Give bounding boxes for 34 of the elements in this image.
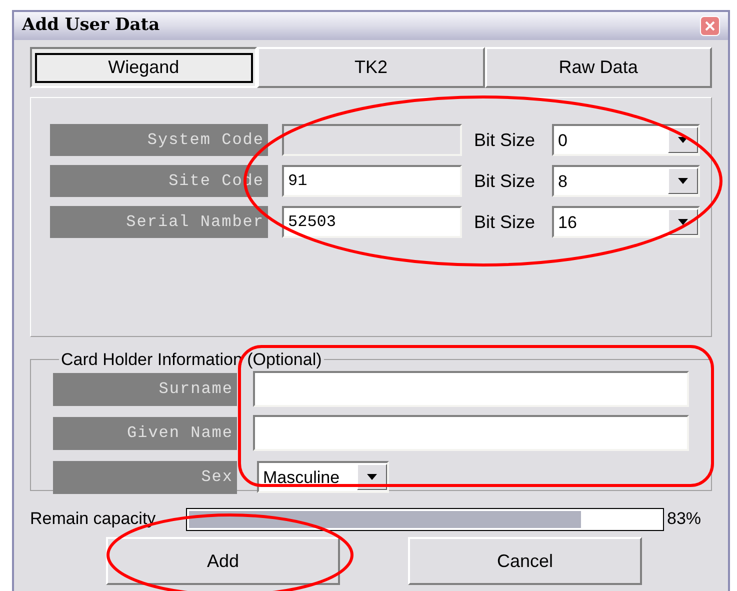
dropdown-value: Masculine: [262, 468, 341, 486]
close-button[interactable]: [700, 16, 720, 36]
field-label: System Code: [50, 124, 268, 156]
capacity-reading: 83%: [667, 508, 702, 530]
capacity-label: Remain capacity: [30, 508, 157, 530]
dropdown-value: 16: [557, 214, 578, 230]
dropdown[interactable]: Masculine: [257, 461, 389, 493]
input-field[interactable]: [253, 371, 689, 407]
input-field[interactable]: 91: [282, 165, 462, 197]
caret-icon: [678, 219, 688, 225]
dialog-button[interactable]: Cancel: [408, 537, 642, 585]
dropdown-value: 8: [557, 172, 568, 190]
close-icon: [705, 21, 715, 31]
caret-icon: [367, 474, 377, 480]
tab[interactable]: TK2: [257, 47, 485, 88]
dialog-button[interactable]: Add: [106, 537, 340, 585]
tab[interactable]: Wiegand: [30, 47, 258, 88]
window-title: Add User Data: [22, 14, 160, 38]
field-label: Serial Namber: [50, 206, 268, 238]
input-field[interactable]: 52503: [282, 206, 462, 238]
bit-size-label: Bit Size: [474, 170, 536, 192]
bit-size-label: Bit Size: [474, 210, 536, 234]
dropdown-value: 0: [557, 132, 568, 148]
dropdown[interactable]: 16: [552, 206, 700, 238]
tab[interactable]: Raw Data: [484, 47, 712, 88]
field-label: Surname: [53, 372, 237, 406]
dropdown-arrow-button[interactable]: [668, 168, 698, 194]
bit-size-label: Bit Size: [474, 128, 536, 152]
caret-icon: [678, 178, 688, 184]
field-label: Sex: [53, 460, 237, 494]
caret-icon: [678, 137, 688, 143]
dropdown[interactable]: 8: [552, 165, 700, 197]
field-label: Given Name: [53, 416, 237, 450]
input-field[interactable]: [253, 415, 689, 451]
